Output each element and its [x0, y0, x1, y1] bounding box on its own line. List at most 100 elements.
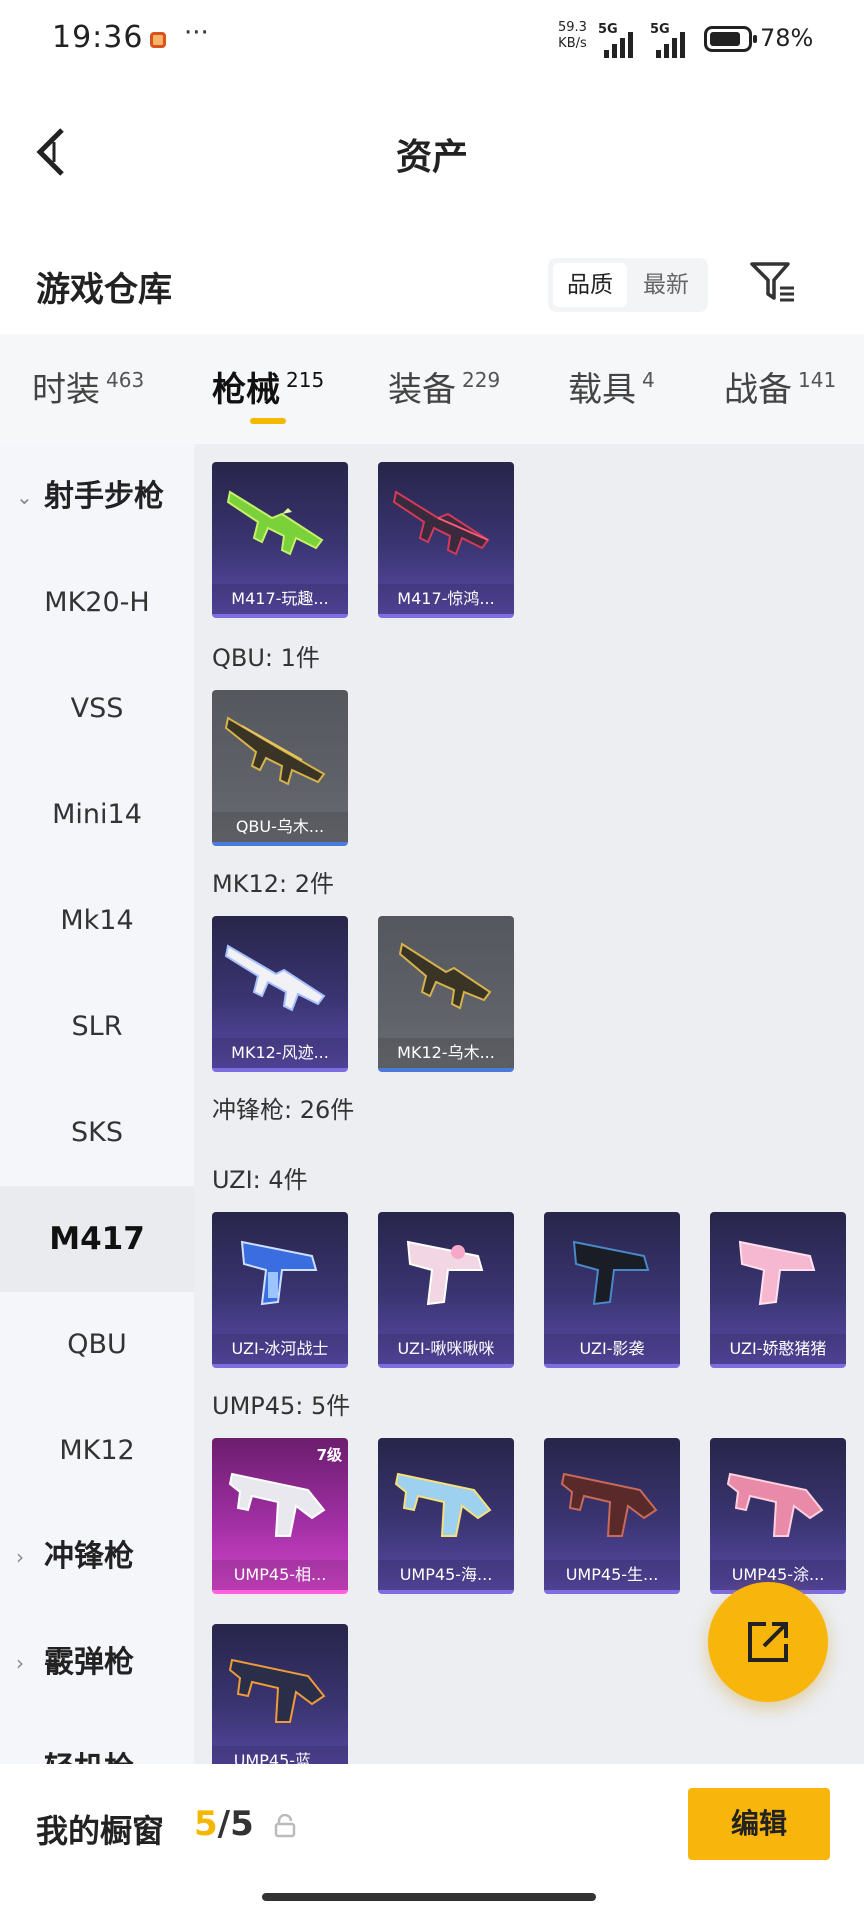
rifle-skin-image: [224, 716, 326, 786]
header: 资产: [0, 96, 864, 206]
showcase-current: 5: [194, 1804, 218, 1844]
group-label-ump45: UMP45: 5件: [212, 1392, 351, 1420]
sort-quality-button[interactable]: 品质: [553, 263, 627, 307]
group-label-smg: 冲锋枪: 26件: [212, 1096, 355, 1124]
sidebar-item-mk20h[interactable]: MK20-H: [0, 550, 194, 656]
smg-skin-image: [240, 1240, 318, 1306]
smg-skin-image: [394, 1472, 492, 1537]
tab-supplies[interactable]: 战备 141: [724, 362, 836, 422]
sidebar-group-shotgun[interactable]: › 霰弹枪: [0, 1610, 194, 1716]
weapon-card[interactable]: UMP45-涂...: [710, 1438, 846, 1594]
tab-weapons[interactable]: 枪械 215: [212, 362, 324, 422]
showcase-total: 5: [230, 1804, 254, 1844]
weapon-card[interactable]: UMP45-海...: [378, 1438, 514, 1594]
weapon-card[interactable]: QBU-乌木...: [212, 690, 348, 846]
home-indicator[interactable]: [262, 1893, 596, 1901]
rifle-skin-image: [226, 490, 324, 556]
share-button[interactable]: [708, 1582, 828, 1702]
weapon-card[interactable]: M417-惊鸿...: [378, 462, 514, 618]
sidebar-group-label: 冲锋枪: [44, 1539, 134, 1574]
page-title: 资产: [395, 137, 468, 178]
sidebar-item-mini14[interactable]: Mini14: [0, 762, 194, 868]
sidebar-item-slr[interactable]: SLR: [0, 974, 194, 1080]
tab-label: 时装: [32, 370, 100, 410]
smg-skin-image: [228, 1472, 326, 1537]
sidebar-group-lmg[interactable]: › 轻机枪: [0, 1716, 194, 1764]
tab-count: 141: [798, 368, 837, 392]
tab-count: 463: [106, 368, 145, 392]
chevron-right-icon: ›: [16, 1545, 24, 1569]
weapon-card[interactable]: UZI-影袭: [544, 1212, 680, 1368]
group-label-qbu: QBU: 1件: [212, 644, 320, 672]
weapon-name: MK12-乌木...: [378, 1038, 514, 1068]
showcase-count: 5/5: [194, 1804, 254, 1844]
active-tab-indicator: [250, 418, 286, 424]
weapon-card[interactable]: UZI-啾咪啾咪: [378, 1212, 514, 1368]
tab-equipment[interactable]: 装备 229: [388, 362, 500, 422]
sidebar-item-vss[interactable]: VSS: [0, 656, 194, 762]
weapon-name: UMP45-蓝...: [212, 1746, 348, 1764]
speed-value: 59.3: [558, 20, 587, 35]
edit-button[interactable]: 编辑: [688, 1788, 830, 1860]
smg-skin-image: [738, 1240, 816, 1306]
showcase-label: 我的橱窗: [36, 1812, 165, 1850]
weapon-card[interactable]: MK12-风迹...: [212, 916, 348, 1072]
sidebar-item-sks[interactable]: SKS: [0, 1080, 194, 1186]
network-speed: 59.3 KB/s: [558, 20, 587, 52]
weapon-name: UZI-啾咪啾咪: [378, 1334, 514, 1364]
weapon-name: UZI-冰河战士: [212, 1334, 348, 1364]
weapon-name: M417-玩趣...: [212, 584, 348, 614]
smg-skin-image: [572, 1240, 650, 1306]
weapon-card[interactable]: UZI-冰河战士: [212, 1212, 348, 1368]
smg-skin-image: [406, 1240, 484, 1306]
weapon-card[interactable]: UMP45-蓝...: [212, 1624, 348, 1764]
weapon-name: M417-惊鸿...: [378, 584, 514, 614]
sidebar-item-m417[interactable]: M417: [0, 1186, 194, 1292]
sort-toggle: 品质 最新: [548, 258, 708, 312]
sidebar-group-smg[interactable]: › 冲锋枪: [0, 1504, 194, 1610]
tab-fashion[interactable]: 时装 463: [32, 362, 144, 422]
weapon-card[interactable]: UMP45-生...: [544, 1438, 680, 1594]
filter-icon[interactable]: [748, 258, 796, 306]
sidebar-item-mk14[interactable]: Mk14: [0, 868, 194, 974]
sidebar-group-marksman[interactable]: ⌄ 射手步枪: [0, 444, 194, 550]
smg-skin-image: [560, 1472, 658, 1537]
weapon-name: QBU-乌木...: [212, 812, 348, 842]
smg-skin-image: [228, 1658, 326, 1723]
tab-label: 枪械: [212, 370, 280, 410]
chevron-down-icon: ⌄: [16, 485, 33, 509]
sidebar-item-mk12[interactable]: MK12: [0, 1398, 194, 1504]
warehouse-title: 游戏仓库: [36, 270, 172, 310]
smg-skin-image: [726, 1472, 824, 1537]
weapon-name: UMP45-相...: [212, 1560, 348, 1590]
notification-icon: [150, 32, 166, 48]
weapon-card[interactable]: MK12-乌木...: [378, 916, 514, 1072]
weapon-card[interactable]: M417-玩趣...: [212, 462, 348, 618]
speed-unit: KB/s: [558, 36, 587, 51]
chevron-right-icon: ›: [16, 1716, 24, 1764]
sidebar-group-label: 霰弹枪: [44, 1645, 134, 1680]
sidebar-item-qbu[interactable]: QBU: [0, 1292, 194, 1398]
sidebar-group-label: 射手步枪: [44, 479, 164, 514]
weapon-name: UZI-影袭: [544, 1334, 680, 1364]
tab-vehicles[interactable]: 载具 4: [568, 362, 655, 422]
weapon-name: UZI-娇憨猪猪: [710, 1334, 846, 1364]
weapon-grid: M417-玩趣... M417-惊鸿... QBU: 1件 QBU-乌木... …: [194, 444, 864, 1764]
weapon-type-sidebar: ⌄ 射手步枪 MK20-H VSS Mini14 Mk14 SLR SKS M4…: [0, 444, 194, 1764]
rifle-skin-image: [398, 942, 492, 1010]
weapon-name: UMP45-生...: [544, 1560, 680, 1590]
tab-count: 229: [462, 368, 501, 392]
weapon-card[interactable]: 7级 UMP45-相...: [212, 1438, 348, 1594]
group-label-mk12: MK12: 2件: [212, 870, 334, 898]
share-icon: [748, 1622, 788, 1662]
sort-newest-button[interactable]: 最新: [629, 263, 703, 307]
tab-label: 载具: [568, 370, 636, 410]
weapon-card[interactable]: UZI-娇憨猪猪: [710, 1212, 846, 1368]
weapon-name: UMP45-海...: [378, 1560, 514, 1590]
showcase-separator: /: [217, 1804, 231, 1844]
tab-count: 215: [286, 368, 325, 392]
rifle-skin-image: [392, 490, 490, 556]
tab-label: 战备: [724, 370, 792, 410]
lock-icon: [274, 1814, 296, 1838]
weapon-name: MK12-风迹...: [212, 1038, 348, 1068]
